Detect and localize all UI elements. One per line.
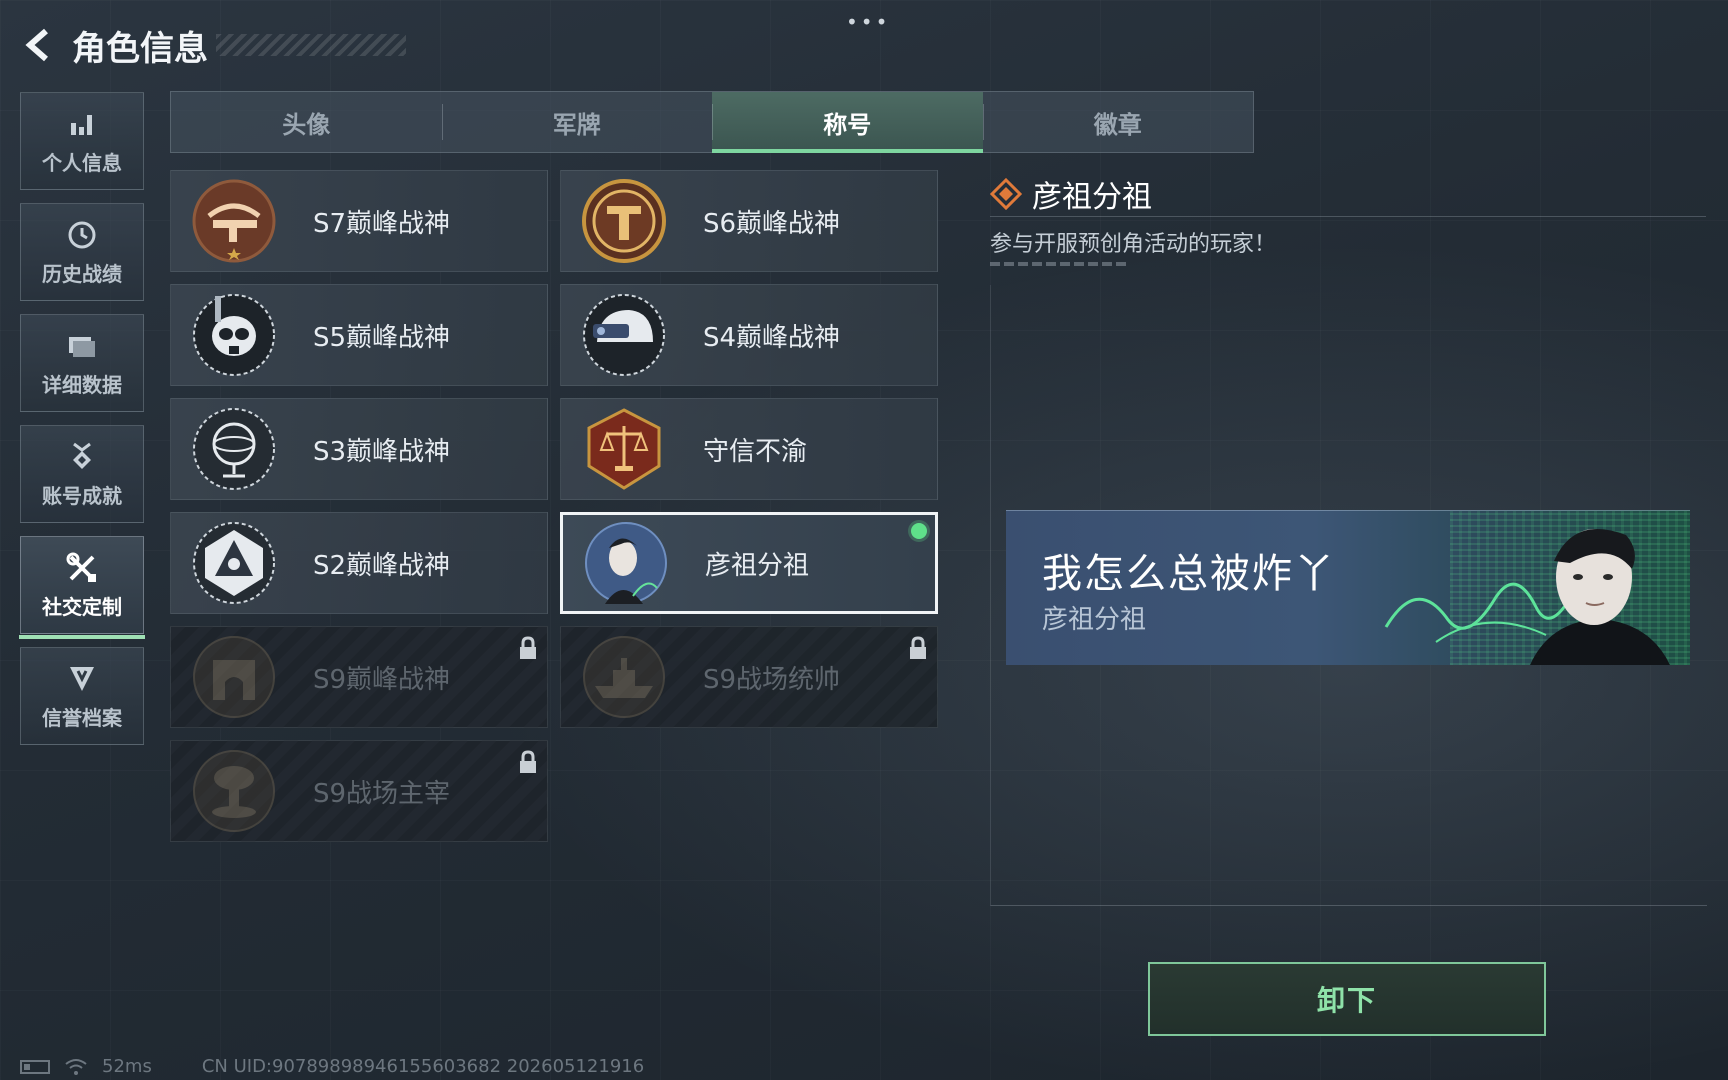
title-card[interactable]: S2巅峰战神 [170, 512, 548, 614]
sidebar-nav: 个人信息 历史战绩 详细数据 账号成就 社交定制 信誉档案 [19, 92, 145, 758]
title-label: 彦祖分祖 [705, 550, 810, 581]
banner-slogan: 我怎么总被炸丫 [1042, 551, 1336, 597]
tab-title[interactable]: 称号 [712, 92, 983, 153]
portrait-emblem-icon [585, 522, 667, 604]
triangle-emblem-icon [193, 522, 275, 604]
lock-icon [520, 750, 536, 773]
title-label: S9战场统帅 [703, 664, 841, 695]
title-decoration [216, 34, 406, 56]
clock-icon [64, 218, 100, 252]
lock-icon [520, 636, 536, 659]
page-title: 角色信息 [72, 28, 208, 69]
explosion-emblem-icon [193, 750, 275, 832]
lock-icon [910, 636, 926, 659]
detail-title: 彦祖分祖 [1032, 180, 1152, 215]
sidebar-item-label: 历史战绩 [42, 261, 122, 286]
sidebar-item-label: 账号成就 [42, 483, 122, 508]
helmet-emblem-icon [583, 294, 665, 376]
title-preview-banner: 我怎么总被炸丫 彦祖分祖 [1006, 510, 1690, 665]
title-card[interactable]: S7巅峰战神 [170, 170, 548, 272]
header: 角色信息 [20, 20, 406, 70]
sidebar-item-label: 详细数据 [42, 372, 122, 397]
title-card[interactable]: S9战场主宰 [170, 740, 548, 842]
equipped-indicator [911, 523, 927, 539]
diamond-icon [990, 178, 1022, 210]
status-bar: 52ms CN UID:9078989894615560368​2 202605… [20, 1056, 644, 1077]
back-button[interactable] [20, 25, 60, 65]
title-card[interactable]: S3巅峰战神 [170, 398, 548, 500]
unequip-label: 卸下 [1316, 984, 1377, 1017]
sidebar-item-label: 个人信息 [42, 150, 122, 175]
t-shield-emblem-icon [582, 179, 666, 263]
folder-icon [64, 329, 100, 363]
title-label: S7巅峰战神 [313, 208, 451, 239]
bar-chart-icon [64, 107, 100, 141]
title-label: 守信不渝 [703, 436, 808, 467]
title-label: S2巅峰战神 [313, 550, 451, 581]
title-label: S3巅峰战神 [313, 436, 451, 467]
sidebar-item-personal-info[interactable]: 个人信息 [20, 92, 144, 190]
sidebar-item-label: 社交定制 [42, 594, 122, 619]
sidebar-item-label: 信誉档案 [42, 705, 122, 730]
title-label: S5巅峰战神 [313, 322, 451, 353]
sidebar-item-detailed-data[interactable]: 详细数据 [20, 314, 144, 412]
warship-emblem-icon [583, 636, 665, 718]
tab-dog-tag[interactable]: 军牌 [441, 92, 713, 152]
title-card[interactable]: S5巅峰战神 [170, 284, 548, 386]
more-menu-dots[interactable]: ••• [846, 10, 890, 34]
wifi-icon [65, 1058, 87, 1075]
title-label: S4巅峰战神 [703, 322, 841, 353]
shield-badge-icon [64, 662, 100, 696]
medal-icon [64, 440, 100, 474]
tab-avatar[interactable]: 头像 [171, 92, 442, 152]
sidebar-item-credit-file[interactable]: 信誉档案 [20, 647, 144, 745]
title-card[interactable]: 彦祖分祖 [560, 512, 938, 614]
title-card[interactable]: S6巅峰战神 [560, 170, 938, 272]
title-list: S7巅峰战神 S6巅峰战神 S5巅峰战神 S4巅峰战神 S3巅峰战神 守信不渝 … [170, 170, 940, 842]
tools-icon [64, 551, 100, 585]
scales-emblem-icon [587, 408, 661, 490]
title-card[interactable]: S9巅峰战神 [170, 626, 548, 728]
description-decoration [990, 262, 1126, 266]
ping-value: 52ms [102, 1056, 152, 1077]
detail-description: 参与开服预创角活动的玩家！ [990, 232, 1277, 257]
banner-title-name: 彦祖分祖 [1042, 605, 1147, 635]
skull-diver-emblem-icon [193, 294, 275, 376]
battery-icon [20, 1059, 50, 1074]
title-card[interactable]: 守信不渝 [560, 398, 938, 500]
globe-emblem-icon [193, 408, 275, 490]
title-card[interactable]: S9战场统帅 [560, 626, 938, 728]
title-card[interactable]: S4巅峰战神 [560, 284, 938, 386]
category-tabs: 头像 军牌 称号 徽章 [170, 91, 1254, 153]
sidebar-item-history[interactable]: 历史战绩 [20, 203, 144, 301]
title-label: S6巅峰战神 [703, 208, 841, 239]
unequip-button[interactable]: 卸下 [1148, 962, 1546, 1036]
detail-header: 彦祖分祖 [990, 172, 1152, 216]
sidebar-item-achievements[interactable]: 账号成就 [20, 425, 144, 523]
title-label: S9战场主宰 [313, 778, 451, 809]
divider [990, 216, 1706, 217]
player-uid: CN UID:9078989894615560368​2 20260512191… [201, 1056, 645, 1077]
portrait-image [1530, 528, 1670, 665]
back-arrow-icon [25, 28, 48, 62]
crossbow-emblem-icon [192, 179, 276, 263]
building-emblem-icon [193, 636, 275, 718]
sidebar-item-social-custom[interactable]: 社交定制 [19, 536, 145, 639]
tab-badge[interactable]: 徽章 [982, 92, 1254, 152]
title-label: S9巅峰战神 [313, 664, 451, 695]
